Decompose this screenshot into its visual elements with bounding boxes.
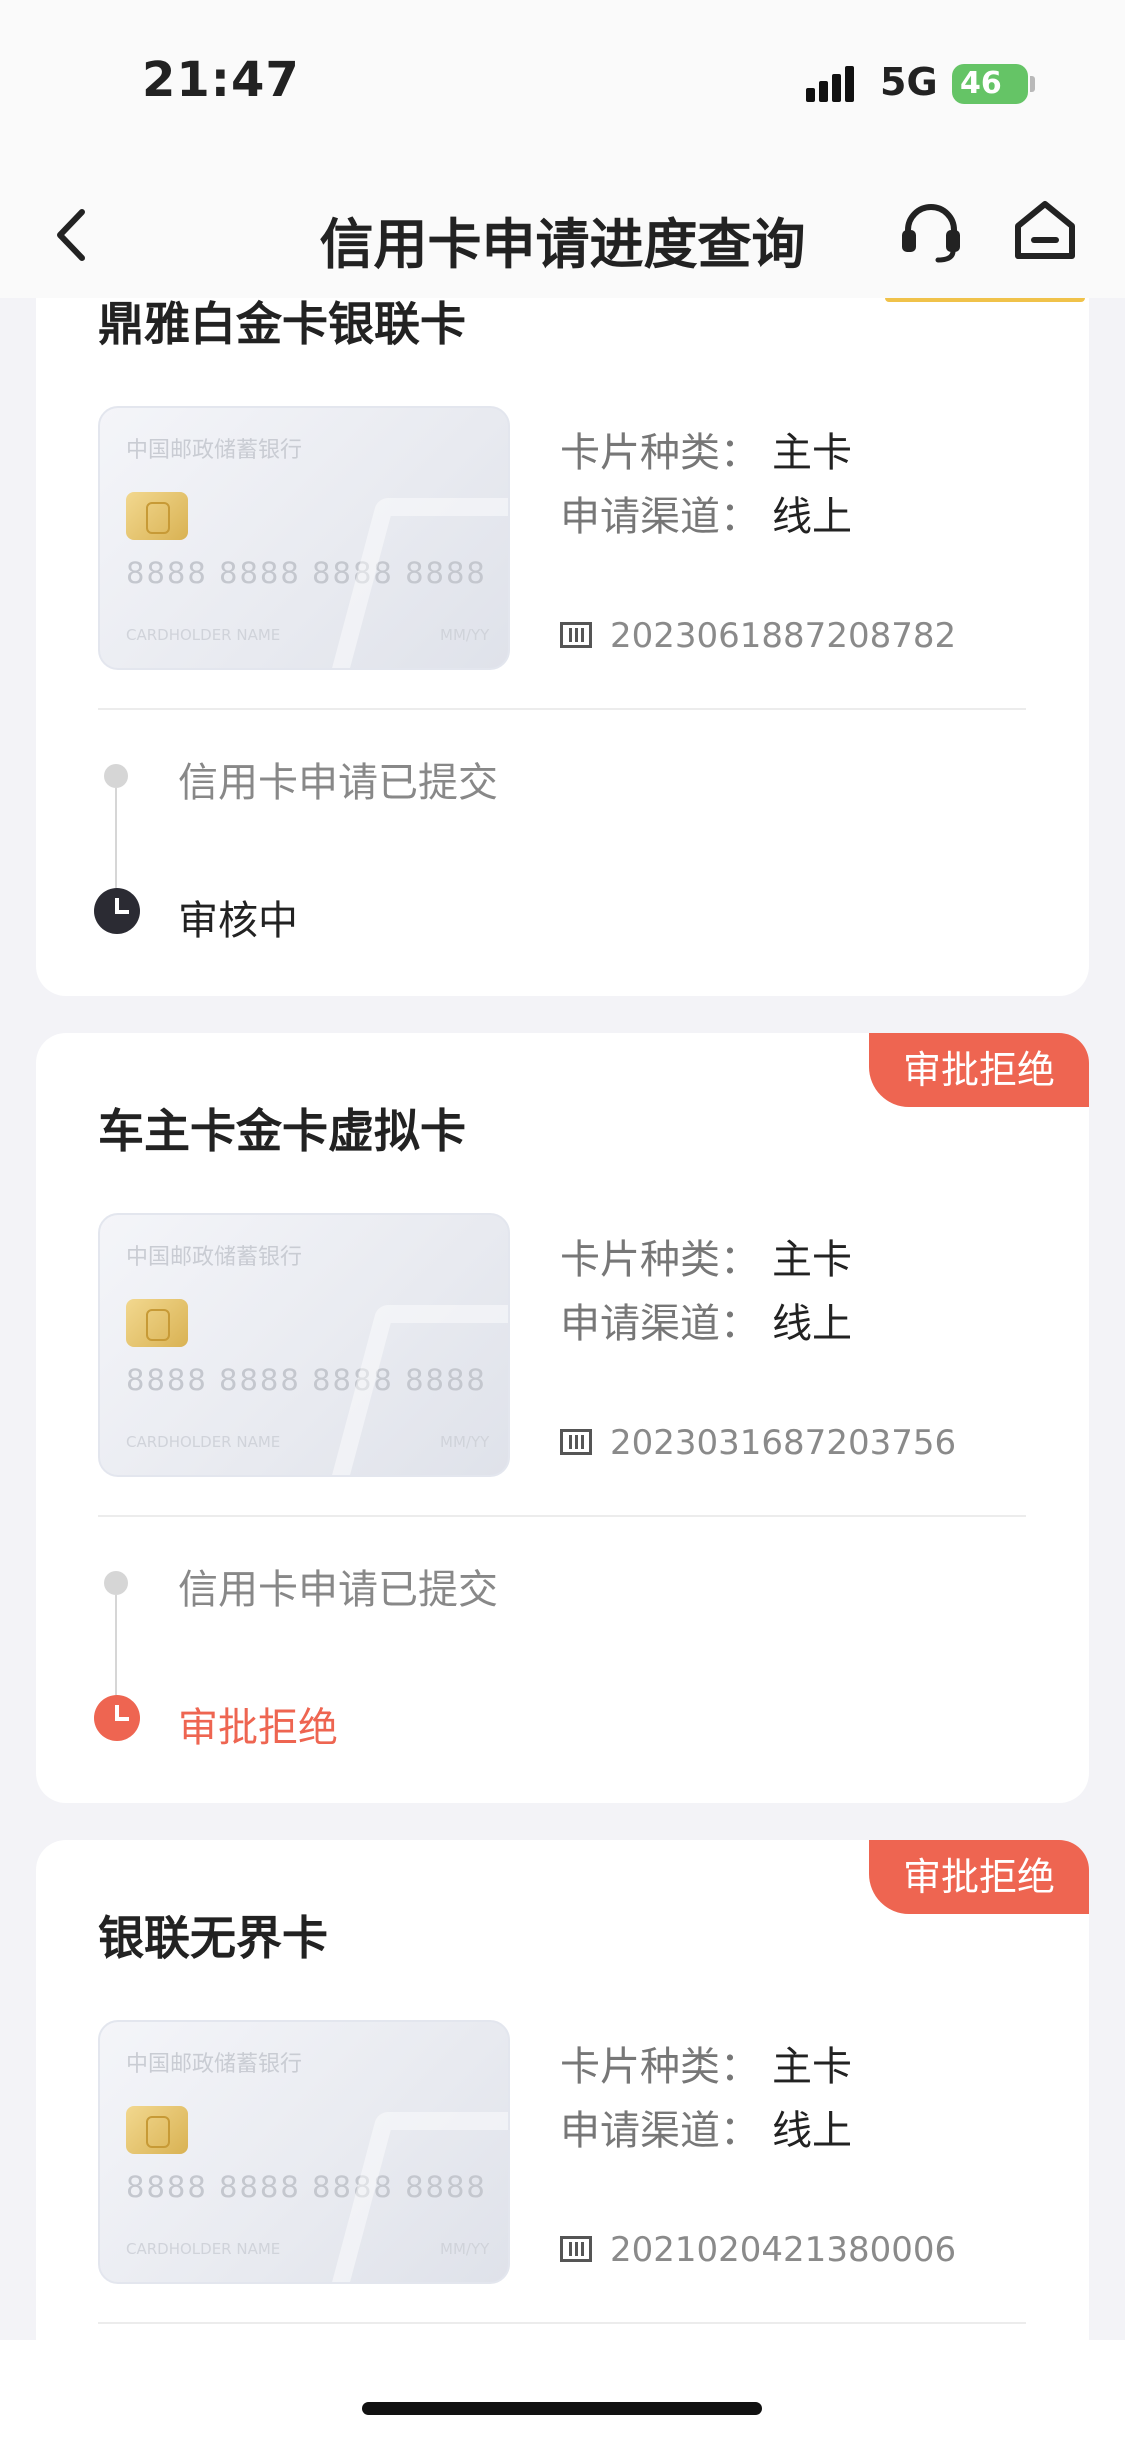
- badge-edge: [885, 298, 1085, 302]
- application-number-value: 2021020421380006: [610, 2230, 957, 2270]
- battery-tip: [1030, 76, 1035, 92]
- status-badge: 审批拒绝: [868, 1840, 1089, 1914]
- channel-value: 线上: [772, 1301, 852, 1347]
- channel-value: 线上: [772, 494, 852, 540]
- channel-label: 申请渠道：: [560, 2108, 760, 2154]
- timeline-step-submitted: 信用卡申请已提交: [178, 1567, 498, 1613]
- application-card[interactable]: 审批拒绝 银联无界卡 中国邮政储蓄银行 8888 8888 8888 8888 …: [36, 1840, 1089, 2400]
- timeline-step-status: 审批拒绝: [178, 1705, 338, 1751]
- card-type-label: 卡片种类：: [560, 430, 760, 476]
- card-chip-icon: [126, 2106, 188, 2154]
- card-type-label: 卡片种类：: [560, 2044, 760, 2090]
- application-number: 2021020421380006: [560, 2230, 956, 2270]
- application-card[interactable]: 审批拒绝 车主卡金卡虚拟卡 中国邮政储蓄银行 8888 8888 8888 88…: [36, 1033, 1089, 1803]
- clock-icon: [94, 1695, 140, 1741]
- timeline-step-status: 审核中: [178, 898, 298, 944]
- headset-icon[interactable]: [896, 196, 966, 266]
- card-type-value: 主卡: [772, 2044, 852, 2090]
- timeline-step-submitted: 信用卡申请已提交: [178, 760, 498, 806]
- barcode-icon: [560, 621, 592, 648]
- card-valid: MM/YY: [440, 2240, 490, 2258]
- divider: [98, 708, 1026, 710]
- channel-label: 申请渠道：: [560, 1301, 760, 1347]
- card-type-label: 卡片种类：: [560, 1237, 760, 1283]
- bottom-safe-area: [0, 2340, 1125, 2439]
- divider: [98, 2322, 1026, 2324]
- home-icon[interactable]: [1010, 196, 1080, 266]
- home-indicator[interactable]: [362, 2402, 762, 2415]
- card-chip-icon: [126, 1299, 188, 1347]
- card-name: 银联无界卡: [98, 1911, 328, 1965]
- battery-icon: 46: [952, 64, 1028, 104]
- card-valid: MM/YY: [440, 1433, 490, 1451]
- status-badge: 审批拒绝: [868, 1033, 1089, 1107]
- card-type-value: 主卡: [772, 430, 852, 476]
- card-image: 中国邮政储蓄银行 8888 8888 8888 8888 CARDHOLDER …: [98, 1213, 510, 1477]
- status-time: 21:47: [142, 52, 300, 108]
- battery-level: 46: [960, 66, 1002, 101]
- card-holder: CARDHOLDER NAME: [126, 626, 281, 644]
- application-number: 2023031687203756: [560, 1423, 956, 1463]
- card-type-value: 主卡: [772, 1237, 852, 1283]
- card-name: 车主卡金卡虚拟卡: [98, 1104, 466, 1158]
- card-bank-name: 中国邮政储蓄银行: [126, 2052, 303, 2077]
- barcode-icon: [560, 1428, 592, 1455]
- card-chip-icon: [126, 492, 188, 540]
- card-bank-name: 中国邮政储蓄银行: [126, 1245, 303, 1270]
- card-image: 中国邮政储蓄银行 8888 8888 8888 8888 CARDHOLDER …: [98, 2020, 510, 2284]
- application-number-value: 2023061887208782: [610, 616, 957, 656]
- status-bar: 21:47 5G 46: [0, 0, 1125, 170]
- signal-icon: [806, 66, 854, 102]
- nav-header: 信用卡申请进度查询: [0, 170, 1125, 298]
- timeline-line: [115, 1595, 117, 1695]
- timeline-dot: [104, 1571, 128, 1595]
- card-valid: MM/YY: [440, 626, 490, 644]
- card-bank-name: 中国邮政储蓄银行: [126, 438, 303, 463]
- card-name: 鼎雅白金卡银联卡: [98, 298, 466, 351]
- application-number-value: 2023031687203756: [610, 1423, 957, 1463]
- clock-icon: [94, 888, 140, 934]
- divider: [98, 1515, 1026, 1517]
- card-holder: CARDHOLDER NAME: [126, 1433, 281, 1451]
- application-number: 2023061887208782: [560, 616, 956, 656]
- channel-label: 申请渠道：: [560, 494, 760, 540]
- card-holder: CARDHOLDER NAME: [126, 2240, 281, 2258]
- barcode-icon: [560, 2235, 592, 2262]
- timeline-dot: [104, 764, 128, 788]
- application-card[interactable]: 鼎雅白金卡银联卡 中国邮政储蓄银行 8888 8888 8888 8888 CA…: [36, 298, 1089, 996]
- network-type: 5G: [880, 60, 938, 104]
- channel-value: 线上: [772, 2108, 852, 2154]
- timeline-line: [115, 788, 117, 888]
- card-image: 中国邮政储蓄银行 8888 8888 8888 8888 CARDHOLDER …: [98, 406, 510, 670]
